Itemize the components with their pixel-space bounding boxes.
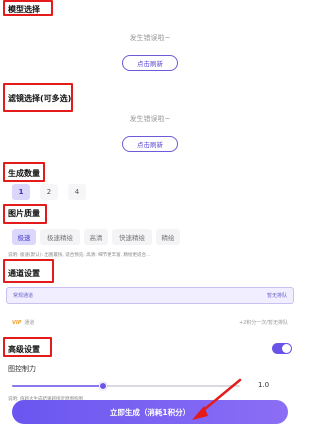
annotation-arrow <box>192 378 242 420</box>
